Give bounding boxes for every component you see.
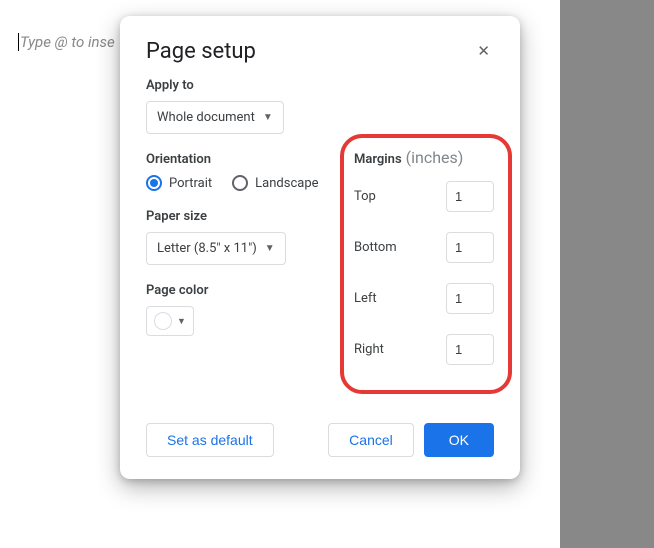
caret-down-icon: ▼	[263, 112, 273, 123]
orientation-portrait-radio[interactable]: Portrait	[146, 175, 212, 191]
margin-bottom-label: Bottom	[354, 240, 397, 255]
radio-unchecked-icon	[232, 175, 248, 191]
page-color-select[interactable]: ▼	[146, 306, 194, 336]
cancel-button[interactable]: Cancel	[328, 423, 414, 457]
dialog-header: Page setup ✕	[146, 38, 494, 64]
page-color-label: Page color	[146, 283, 330, 298]
close-icon[interactable]: ✕	[473, 38, 494, 64]
color-swatch-icon	[154, 312, 172, 330]
caret-down-icon: ▼	[177, 316, 186, 327]
margins-unit: (inches)	[406, 148, 464, 167]
landscape-radio-label: Landscape	[255, 176, 318, 191]
orientation-label: Orientation	[146, 152, 330, 167]
margins-label: Margins	[354, 152, 402, 167]
margin-left-input[interactable]	[446, 283, 494, 314]
apply-to-select[interactable]: Whole document ▼	[146, 101, 284, 134]
caret-down-icon: ▼	[265, 243, 275, 254]
paper-size-label: Paper size	[146, 209, 330, 224]
dialog-button-row: Set as default Cancel OK	[146, 423, 494, 457]
margin-top-label: Top	[354, 189, 376, 204]
page-setup-dialog: Page setup ✕ Apply to Whole document ▼ O…	[120, 16, 520, 479]
apply-to-label: Apply to	[146, 78, 494, 93]
orientation-landscape-radio[interactable]: Landscape	[232, 175, 318, 191]
margin-bottom-input[interactable]	[446, 232, 494, 263]
margin-left-label: Left	[354, 291, 377, 306]
paper-size-value: Letter (8.5" x 11")	[157, 241, 257, 256]
ok-button[interactable]: OK	[424, 423, 494, 457]
apply-to-value: Whole document	[157, 110, 255, 125]
doc-placeholder-text: Type @ to inse	[18, 33, 115, 51]
portrait-radio-label: Portrait	[169, 176, 212, 191]
paper-size-select[interactable]: Letter (8.5" x 11") ▼	[146, 232, 286, 265]
radio-checked-icon	[146, 175, 162, 191]
dialog-title: Page setup	[146, 39, 256, 64]
margins-header: Margins (inches)	[354, 148, 494, 167]
set-as-default-button[interactable]: Set as default	[146, 423, 274, 457]
margin-right-input[interactable]	[446, 334, 494, 365]
margin-right-label: Right	[354, 342, 384, 357]
margin-top-input[interactable]	[446, 181, 494, 212]
